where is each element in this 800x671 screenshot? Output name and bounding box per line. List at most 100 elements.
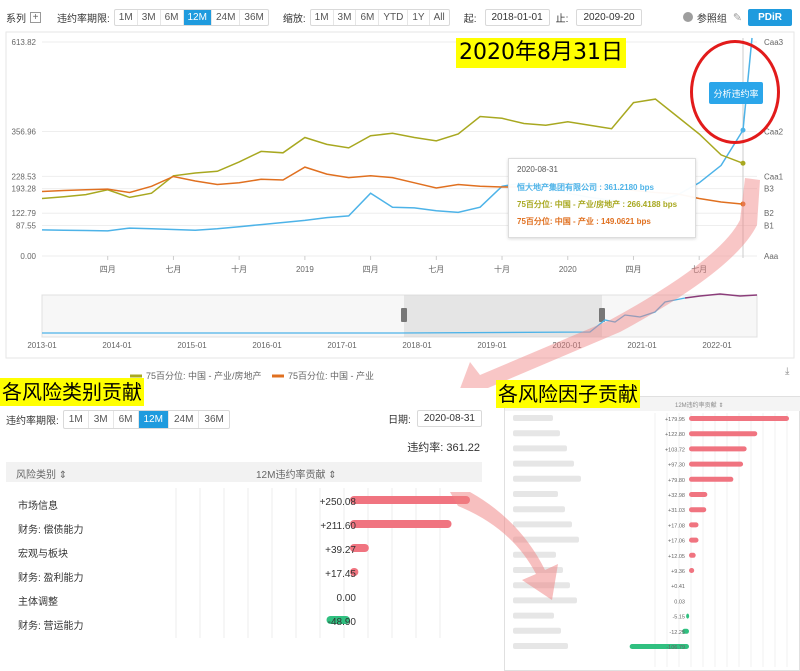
factor-value: +9.36 [671, 569, 685, 575]
download-icon[interactable]: ⤓ [785, 366, 790, 377]
navigator-tick-label: 2016-01 [252, 341, 282, 350]
risk-period-12m[interactable]: 12M [138, 411, 169, 428]
navigator-tick-label: 2022-01 [702, 341, 732, 350]
navigator-left-handle[interactable] [401, 308, 407, 322]
factor-header: 12M违约率贡献 ⇕ [675, 401, 723, 409]
x-tick-label: 四月 [363, 265, 379, 274]
add-series-icon[interactable]: + [30, 11, 41, 23]
factor-bar [689, 492, 708, 497]
pd-period-24m[interactable]: 24M [212, 9, 241, 25]
risk-period-24m[interactable]: 24M [169, 411, 200, 428]
factor-value: +12.05 [668, 554, 685, 560]
pd-period-6m[interactable]: 6M [161, 9, 184, 25]
y-right-tick-label: B3 [764, 185, 774, 194]
risk-row[interactable]: 财务: 营运能力 -48.90 [18, 612, 478, 636]
factor-value: +17.06 [668, 539, 685, 545]
risk-row[interactable]: 主体调整 0.00 [18, 588, 478, 612]
factor-value: +31.03 [668, 508, 685, 514]
risk-row-value: +39.27 [325, 545, 356, 556]
factor-name-blurred [513, 445, 567, 452]
ref-group-toggle-icon[interactable] [682, 12, 693, 22]
factor-bar [689, 537, 699, 543]
y-tick-label: 87.55 [16, 221, 37, 230]
factor-value: +97.30 [668, 463, 685, 469]
pd-period-1m[interactable]: 1M [115, 9, 138, 25]
navigator-tick-label: 2015-01 [177, 341, 207, 350]
zoom-1y[interactable]: 1Y [408, 9, 430, 25]
pd-period-12m[interactable]: 12M [183, 9, 212, 25]
x-tick-label: 十月 [494, 264, 510, 274]
risk-date-input[interactable]: 2020-08-31 [416, 410, 482, 427]
factor-bar [689, 552, 696, 558]
y-right-tick-label: Aaa [764, 252, 779, 261]
factor-bar [689, 416, 789, 421]
risk-pd-period-selector: 1M 3M 6M 12M 24M 36M [62, 410, 230, 429]
legend-label-industry-re: 75百分位: 中国 - 产业/房地产 [146, 370, 262, 381]
legend-label-industry: 75百分位: 中国 - 产业 [288, 370, 374, 381]
pd-period-36m[interactable]: 36M [240, 10, 267, 25]
navigator-tick-label: 2014-01 [102, 341, 132, 350]
start-label: 起: [463, 13, 477, 25]
y-right-tick-label: B2 [764, 209, 774, 218]
zoom-6m[interactable]: 6M [356, 9, 380, 25]
risk-row[interactable]: 市场信息 +250.08 [18, 492, 478, 516]
tooltip-row-company: 恒大地产集团有限公司 : 361.2180 bps [517, 183, 654, 192]
risk-pd-period-label: 违约率期限: [6, 416, 59, 427]
x-tick-label: 四月 [100, 265, 116, 274]
tooltip-row-industry-re: 75百分位: 中国 - 产业/房地产 : 266.4188 bps [517, 200, 678, 209]
col-category[interactable]: 风险类别 ⇕ [16, 466, 67, 481]
risk-period-1m[interactable]: 1M [64, 411, 89, 428]
risk-row-value: +17.45 [325, 569, 356, 580]
pdir-button[interactable]: PDiR [748, 8, 792, 26]
series-label: 系列 [6, 13, 26, 25]
tooltip-date: 2020-08-31 [517, 165, 558, 174]
col-contribution[interactable]: 12M违约率贡献 ⇕ [256, 466, 337, 481]
factor-bar [689, 431, 758, 437]
start-date-input[interactable]: 2018-01-01 [484, 8, 550, 26]
factor-value: 0.03 [674, 599, 685, 605]
zoom-3m[interactable]: 3M [334, 9, 357, 25]
right-section-title: 各风险因子贡献 [496, 380, 640, 408]
factor-name-blurred [513, 612, 554, 619]
risk-row-value: 0.00 [336, 593, 356, 604]
y-right-tick-label: B1 [764, 221, 774, 230]
tooltip-row-industry: 75百分位: 中国 - 产业 : 149.0621 bps [517, 217, 651, 226]
risk-row[interactable]: 财务: 盈利能力 +17.45 [18, 564, 478, 588]
zoom-all[interactable]: All [430, 10, 449, 25]
x-tick-label: 四月 [625, 265, 641, 274]
zoom-label: 缩放: [282, 13, 306, 25]
risk-pd-value: 违约率: 361.22 [407, 442, 480, 454]
risk-period-3m[interactable]: 3M [89, 411, 114, 428]
end-date-input[interactable]: 2020-09-20 [576, 8, 642, 26]
analyze-pd-button[interactable]: 分析违约率 [709, 82, 763, 104]
factor-value: +0.41 [671, 584, 685, 590]
annotation-arrow-right [450, 492, 558, 600]
factor-value: +179.95 [665, 417, 685, 423]
zoom-1m[interactable]: 1M [311, 9, 334, 25]
risk-row-name: 财务: 营运能力 [18, 621, 84, 632]
risk-period-36m[interactable]: 36M [199, 411, 228, 428]
pd-period-3m[interactable]: 3M [138, 9, 161, 25]
risk-row-name: 宏观与板块 [18, 549, 68, 560]
left-section-title: 各风险类别贡献 [0, 378, 144, 406]
risk-row-name: 财务: 盈利能力 [18, 573, 84, 584]
risk-period-6m[interactable]: 6M [114, 411, 139, 428]
navigator-selection[interactable] [404, 295, 602, 337]
legend: 75百分位: 中国 - 产业/房地产 75百分位: 中国 - 产业 [130, 370, 374, 381]
y-tick-label: 356.96 [12, 128, 37, 137]
end-label: 止: [555, 13, 569, 25]
risk-row[interactable]: 财务: 偿债能力 +211.60 [18, 516, 478, 540]
chart-toolbar: 系列 + 违约率期限: 1M 3M 6M 12M 24M 36M 缩放: 1M … [0, 0, 800, 34]
factor-name-blurred [513, 643, 568, 649]
risk-row[interactable]: 宏观与板块 +39.27 [18, 540, 478, 564]
y-tick-label: 228.53 [12, 172, 37, 181]
risk-date-label: 日期: [388, 415, 411, 426]
crosshair-marker [740, 160, 746, 166]
zoom-ytd[interactable]: YTD [379, 9, 409, 25]
risk-row-name: 主体调整 [18, 597, 58, 608]
factor-value: +103.72 [665, 447, 685, 453]
factor-value: -106.79 [666, 645, 685, 651]
edit-icon[interactable]: ✎ [733, 11, 742, 24]
factor-bar [689, 476, 734, 482]
risk-category-panel: 违约率期限: 1M 3M 6M 12M 24M 36M 日期: 2020-08-… [0, 388, 490, 671]
